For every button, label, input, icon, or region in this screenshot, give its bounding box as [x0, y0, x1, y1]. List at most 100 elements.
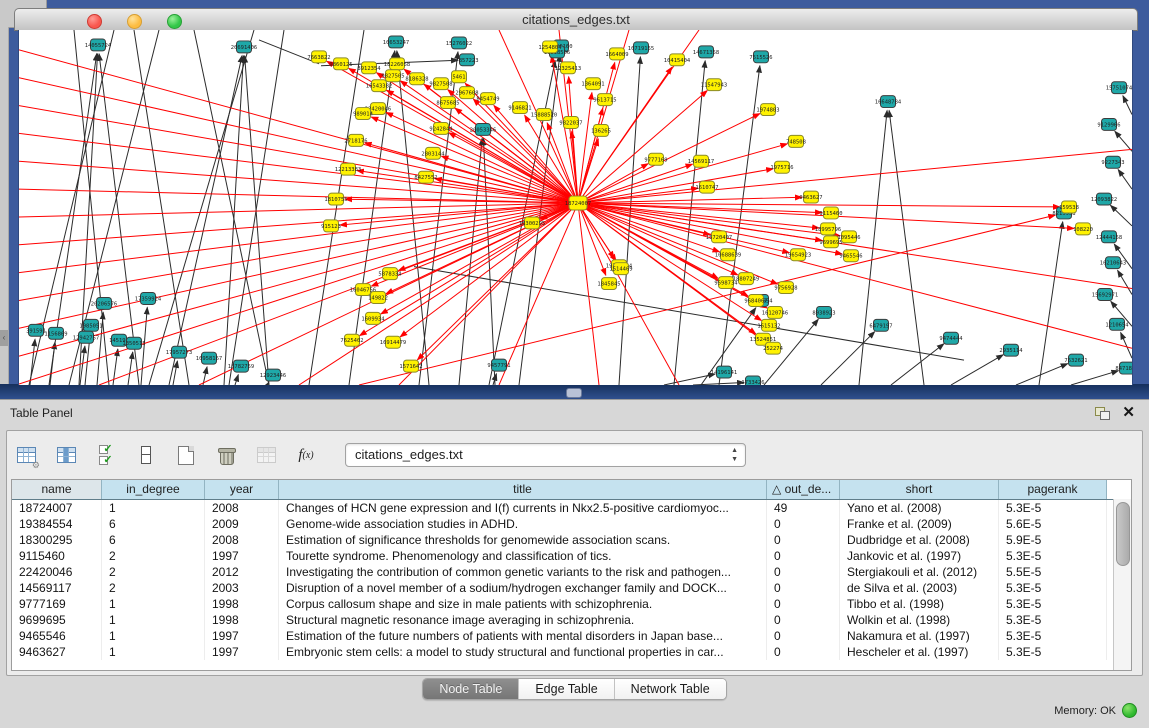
panel-collapse-handle[interactable]: ‹ [0, 330, 8, 346]
graph-node[interactable]: 16914479 [380, 336, 406, 348]
tab-edge-table[interactable]: Edge Table [519, 679, 614, 699]
graph-node[interactable]: 10958167 [196, 352, 222, 364]
table-row[interactable]: 1938455462009Genome-wide association stu… [12, 516, 1131, 532]
graph-node[interactable]: 252274 [763, 342, 784, 354]
tab-node-table[interactable]: Node Table [423, 679, 519, 699]
graph-node[interactable]: 6479197 [869, 319, 892, 331]
scrollbar-thumb[interactable] [1116, 502, 1130, 566]
graph-node[interactable]: 9465546 [839, 250, 862, 262]
graph-node[interactable]: 1975716 [770, 161, 793, 173]
graph-node[interactable]: 8454749 [476, 93, 499, 105]
graph-node[interactable]: 9827508 [429, 78, 452, 90]
column-visibility-icon[interactable] [53, 442, 79, 468]
float-panel-icon[interactable] [1095, 407, 1109, 419]
graph-node[interactable]: 18226058 [384, 58, 410, 70]
graph-node[interactable]: 989014 [353, 108, 374, 120]
graph-node[interactable]: 11547943 [701, 79, 727, 91]
create-table-icon[interactable] [173, 442, 199, 468]
graph-node[interactable]: 10415404 [664, 54, 691, 66]
table-row[interactable]: 977716911998Corpus callosum shape and si… [12, 596, 1131, 612]
table-scrollbar[interactable] [1113, 499, 1131, 670]
graph-node[interactable]: 748508 [786, 135, 806, 147]
column-header-pagerank[interactable]: pagerank [999, 480, 1107, 499]
panel-divider-grip[interactable] [566, 388, 582, 398]
graph-node[interactable]: 7515526 [749, 51, 772, 63]
graph-node[interactable]: 8938923 [812, 306, 835, 318]
table-row[interactable]: 2242004622012Investigating the contribut… [12, 564, 1131, 580]
graph-node[interactable]: 16210643 [1100, 257, 1126, 269]
column-header-name[interactable]: name [12, 480, 102, 499]
graph-node[interactable]: 15720407 [706, 231, 732, 243]
graph-node[interactable]: 915123 [321, 220, 341, 232]
graph-node[interactable]: 2967608 [455, 87, 478, 99]
graph-node[interactable]: 9613715 [593, 94, 616, 106]
graph-node[interactable]: 1810755 [324, 193, 347, 205]
graph-node[interactable]: 9756928 [774, 282, 797, 294]
graph-node[interactable]: 15751074 [1106, 82, 1132, 94]
graph-node[interactable]: 15276022 [446, 37, 472, 49]
hub-node[interactable]: 18724007 [565, 196, 591, 210]
graph-node[interactable]: 20053346 [470, 123, 496, 135]
graph-node[interactable]: 7857223 [455, 54, 478, 66]
graph-node[interactable]: 9115460 [819, 207, 842, 219]
table-row[interactable]: 969969511998Structural magnetic resonanc… [12, 612, 1131, 628]
graph-node[interactable]: 17957273 [166, 346, 192, 358]
graph-node[interactable]: 16120746 [762, 306, 788, 318]
graph-node[interactable]: 15692971 [1092, 289, 1118, 301]
delete-table-icon[interactable] [213, 442, 239, 468]
graph-node[interactable]: 10653247 [383, 36, 409, 48]
graph-node[interactable]: 16648784 [875, 96, 902, 108]
row-height-icon[interactable] [133, 442, 159, 468]
graph-node[interactable]: 9474444 [939, 332, 963, 344]
graph-node[interactable]: 136265 [591, 124, 611, 136]
table-options-icon[interactable]: ⚙ [13, 442, 39, 468]
graph-node[interactable]: 12923446 [260, 369, 286, 381]
table-selector-dropdown[interactable]: citations_edges.txt ▲▼ [345, 443, 746, 467]
graph-node[interactable]: 391591 [26, 324, 46, 336]
memory-ok-icon[interactable] [1122, 703, 1137, 718]
graph-node[interactable]: 14671358 [693, 46, 719, 58]
column-header-short[interactable]: short [840, 480, 999, 499]
graph-node[interactable]: 9463627 [799, 191, 822, 203]
graph-node[interactable]: 2803144 [421, 147, 445, 159]
column-header-out_de[interactable]: △ out_de... [767, 480, 840, 499]
table-row[interactable]: 911546021997Tourette syndrome. Phenomeno… [12, 548, 1131, 564]
graph-node[interactable]: 9860125 [329, 58, 352, 70]
graph-node[interactable]: 1845845 [597, 278, 620, 290]
graph-node[interactable]: 20691406 [231, 41, 257, 53]
network-window-titlebar[interactable]: citations_edges.txt [14, 8, 1138, 31]
function-builder-icon[interactable]: f(x) [293, 442, 319, 468]
graph-node[interactable]: 19654923 [785, 249, 811, 261]
table-row[interactable]: 946554611997Estimation of the future num… [12, 628, 1131, 644]
graph-node[interactable]: 10688639 [715, 249, 741, 261]
table-body[interactable]: 1872400712008Changes of HCN gene express… [12, 500, 1131, 660]
table-row[interactable]: 1456911722003Disruption of a novel membe… [12, 580, 1131, 596]
graph-node[interactable]: 1664009 [605, 48, 628, 60]
graph-node[interactable]: 14055724 [85, 39, 112, 51]
row-selection-icon[interactable]: ✓ ✓ [93, 442, 119, 468]
column-header-in_degree[interactable]: in_degree [102, 480, 205, 499]
graph-node[interactable]: 8471876 [1115, 362, 1132, 374]
graph-node[interactable]: 1364091 [581, 78, 604, 90]
table-row[interactable]: 946362711997Embryonic stem cells: a mode… [12, 644, 1131, 660]
graph-node[interactable]: 8427552 [414, 171, 437, 183]
network-canvas[interactable]: 18724007 14055724 20691406 10653247 15276022… [19, 30, 1132, 385]
network-view[interactable]: 18724007 14055724 20691406 10653247 15276022… [18, 30, 1133, 385]
graph-node[interactable]: 12444158 [1096, 231, 1122, 243]
column-header-year[interactable]: year [205, 480, 279, 499]
graph-node[interactable]: 9227343 [1101, 156, 1124, 168]
graph-node[interactable]: 1156869 [44, 327, 67, 339]
table-row[interactable]: 1872400712008Changes of HCN gene express… [12, 500, 1131, 516]
graph-node[interactable]: 159538 [1059, 201, 1079, 213]
graph-node[interactable]: 9457791 [487, 359, 510, 371]
graph-node[interactable]: 9129966 [1097, 119, 1120, 131]
table-header-row[interactable]: namein_degreeyeartitle△ out_de...shortpa… [12, 480, 1131, 500]
graph-node[interactable]: 7625402 [340, 334, 363, 346]
graph-node[interactable]: 14196141 [711, 366, 737, 378]
node-table[interactable]: namein_degreeyeartitle△ out_de...shortpa… [11, 479, 1132, 671]
graph-node[interactable]: 1615132 [757, 319, 780, 331]
graph-node[interactable]: 10719155 [628, 42, 654, 54]
graph-node[interactable]: 1733426 [741, 376, 764, 385]
column-header-title[interactable]: title [279, 480, 767, 499]
graph-node[interactable]: 12942757 [73, 331, 99, 343]
